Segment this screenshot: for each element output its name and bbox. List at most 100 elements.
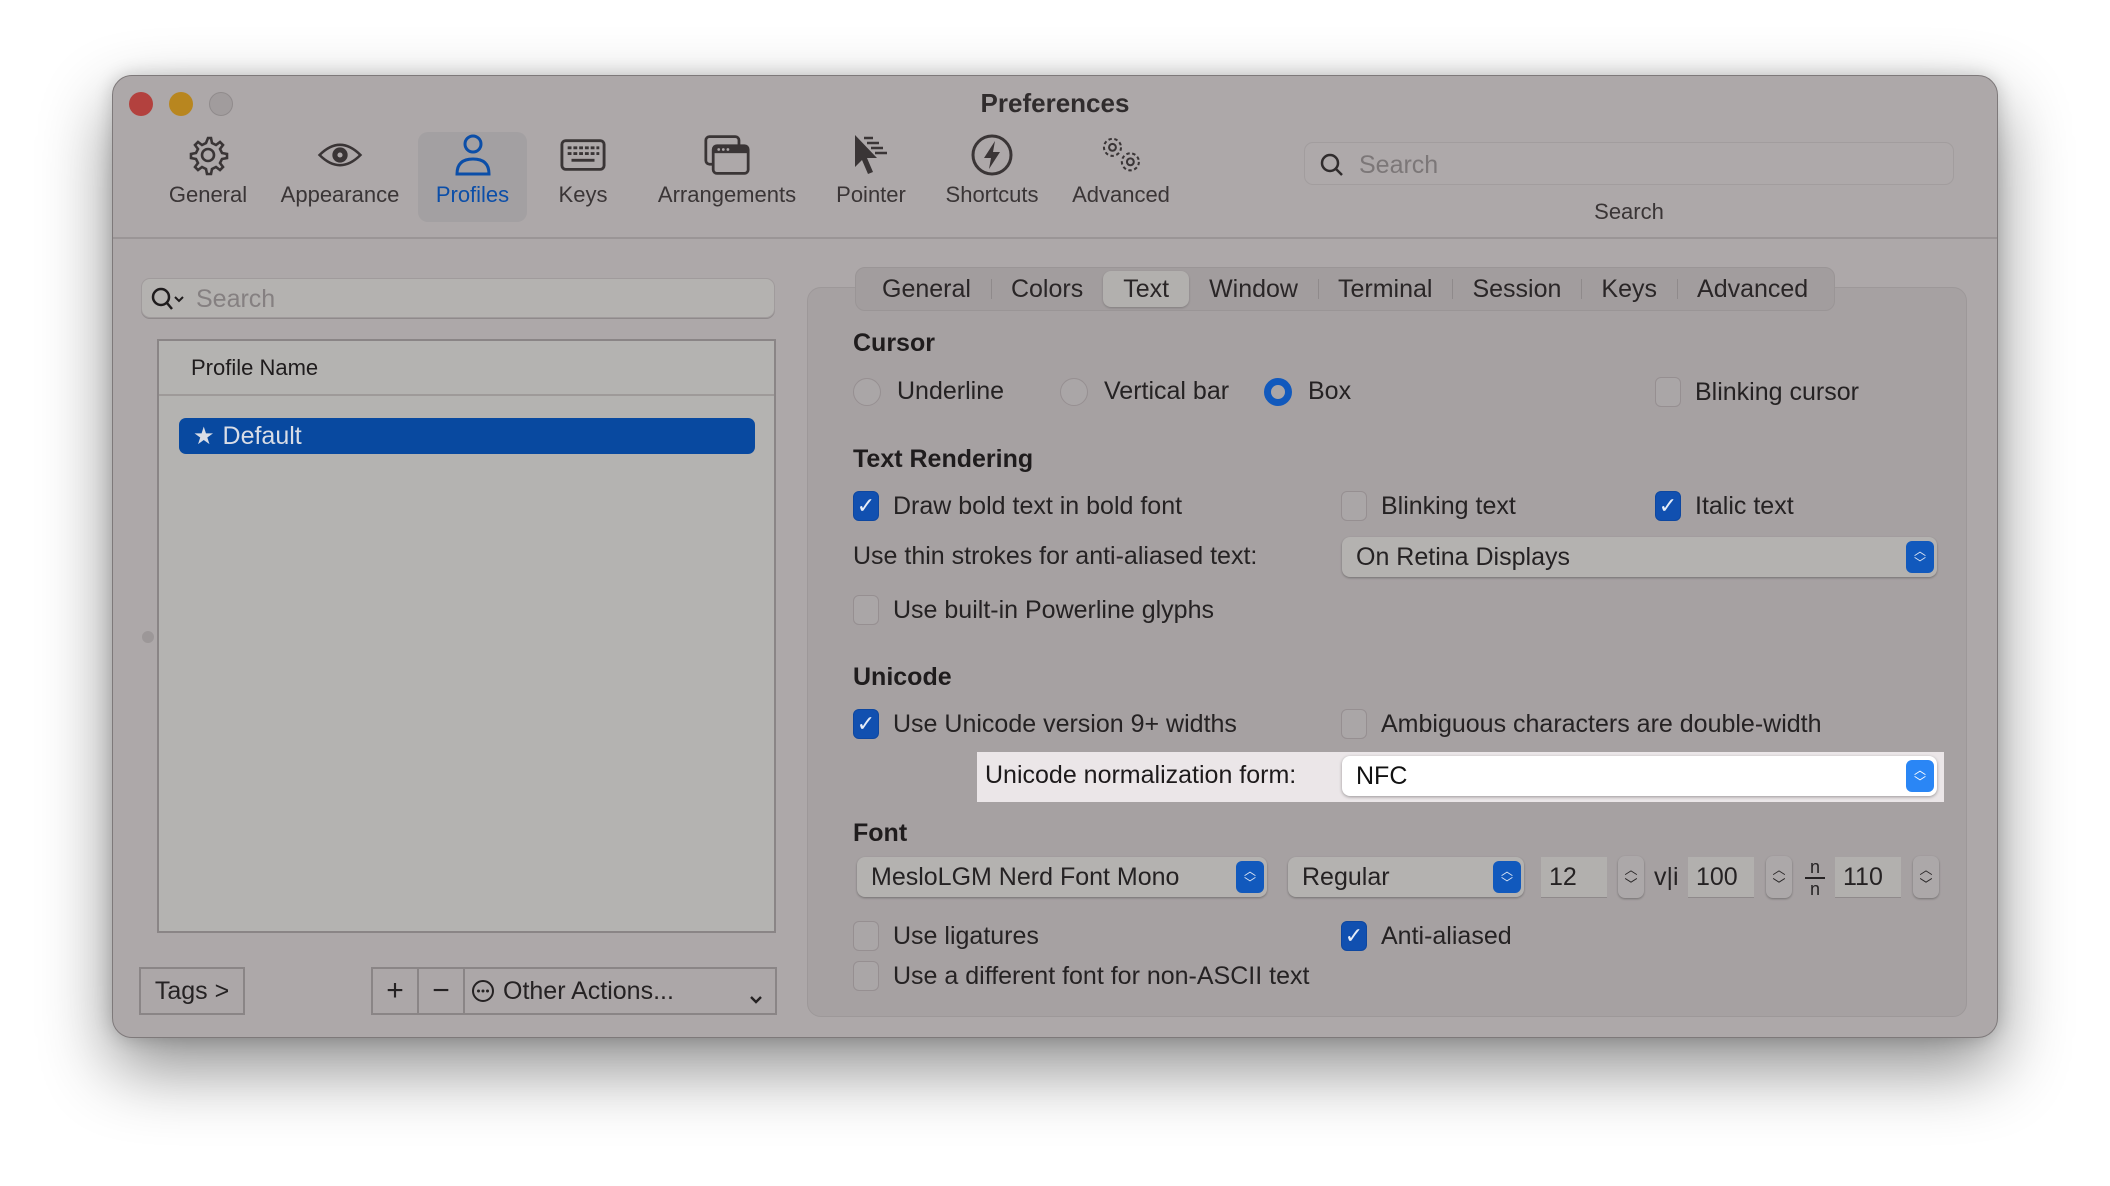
- checkbox[interactable]: [1341, 491, 1367, 521]
- toolbar-pointer[interactable]: Pointer: [827, 132, 915, 222]
- thin-strokes-value: On Retina Displays: [1356, 542, 1570, 571]
- section-text-rendering: Text Rendering: [853, 445, 1034, 473]
- other-actions-label: Other Actions...: [503, 976, 674, 1005]
- font-family-popup[interactable]: MesloLGM Nerd Font Mono ︿ ﹀: [857, 857, 1267, 897]
- tab-general[interactable]: General: [862, 271, 991, 307]
- profile-search-placeholder: Search: [196, 285, 276, 313]
- other-actions-menu[interactable]: Other Actions...: [465, 969, 775, 1013]
- table-header[interactable]: Profile Name: [159, 341, 774, 396]
- tab-advanced[interactable]: Advanced: [1677, 271, 1828, 307]
- lightning-icon: [969, 132, 1015, 178]
- remove-profile-button[interactable]: −: [419, 969, 465, 1013]
- radio-box[interactable]: Box: [1264, 377, 1351, 406]
- tab-text[interactable]: Text: [1103, 271, 1190, 307]
- tab-window[interactable]: Window: [1189, 271, 1318, 307]
- normalization-label: Unicode normalization form:: [985, 761, 1297, 789]
- tab-colors[interactable]: Colors: [990, 271, 1103, 307]
- thin-strokes-popup[interactable]: On Retina Displays ︿ ﹀: [1342, 537, 1937, 577]
- radio-vertical-bar[interactable]: Vertical bar: [1060, 377, 1229, 406]
- section-cursor: Cursor: [853, 329, 935, 357]
- checkbox[interactable]: [853, 921, 879, 951]
- checkbox-anti-aliased[interactable]: ✓ Anti-aliased: [1341, 921, 1512, 951]
- checkbox-label: Use built-in Powerline glyphs: [893, 595, 1214, 624]
- toolbar-shortcuts[interactable]: Shortcuts: [933, 132, 1051, 222]
- checkbox-ligatures[interactable]: Use ligatures: [853, 921, 1039, 951]
- checkbox-ambiguous-double-width[interactable]: Ambiguous characters are double-width: [1341, 709, 1822, 739]
- search-icon: [1319, 152, 1345, 183]
- profile-tabs: General Colors Text Window Terminal Sess…: [855, 267, 1836, 311]
- toolbar-label: Arrangements: [657, 182, 797, 207]
- font-size-stepper[interactable]: ︿ ﹀: [1618, 856, 1644, 898]
- toolbar-search-label: Search: [1594, 199, 1664, 224]
- gears-icon: [1098, 132, 1144, 178]
- toolbar-profiles[interactable]: Profiles: [418, 132, 527, 222]
- checkbox-checked[interactable]: ✓: [853, 491, 879, 521]
- gear-icon: [185, 132, 231, 178]
- table-row[interactable]: ★ Default: [179, 418, 755, 454]
- checkbox-blinking-cursor[interactable]: Blinking cursor: [1655, 377, 1859, 407]
- font-weight-value: Regular: [1302, 862, 1390, 891]
- profile-search-field[interactable]: Search: [141, 278, 775, 318]
- checkbox-label: Blinking text: [1381, 491, 1516, 520]
- toolbar-label: Shortcuts: [945, 182, 1039, 207]
- vertical-spacing-icon: nn: [1803, 855, 1827, 904]
- toolbar-label: Pointer: [836, 182, 906, 207]
- highlighted-normalization-row: Unicode normalization form: NFC ︿ ﹀: [977, 752, 1944, 802]
- toolbar-keys[interactable]: Keys: [538, 132, 628, 222]
- toolbar-search-field[interactable]: Search: [1304, 142, 1954, 185]
- profile-name: Default: [222, 421, 302, 450]
- checkbox[interactable]: [853, 961, 879, 991]
- toolbar-arrangements[interactable]: Arrangements: [647, 132, 807, 222]
- checkbox-non-ascii-font[interactable]: Use a different font for non-ASCII text: [853, 961, 1309, 991]
- radio-button[interactable]: [853, 377, 881, 406]
- checkbox-label: Draw bold text in bold font: [893, 491, 1183, 520]
- toolbar-label: Advanced: [1072, 182, 1170, 207]
- font-size-field[interactable]: 12: [1541, 857, 1607, 897]
- toolbar-general[interactable]: General: [163, 132, 253, 222]
- chevron-down-icon: [749, 983, 763, 1012]
- radio-underline[interactable]: Underline: [853, 377, 1004, 406]
- checkbox[interactable]: [1655, 377, 1681, 407]
- search-menu-icon[interactable]: [150, 285, 190, 318]
- star-icon: ★: [193, 422, 215, 450]
- normalization-value: NFC: [1356, 761, 1408, 790]
- toolbar-label: Appearance: [280, 182, 400, 207]
- keyboard-icon: [560, 132, 606, 178]
- vertical-spacing-stepper[interactable]: ︿ ﹀: [1913, 856, 1939, 898]
- checkbox-italic-text[interactable]: ✓ Italic text: [1655, 491, 1794, 521]
- checkbox-label: Use ligatures: [893, 921, 1039, 950]
- radio-button[interactable]: [1060, 377, 1088, 406]
- section-unicode: Unicode: [853, 663, 952, 691]
- checkbox-label: Use Unicode version 9+ widths: [893, 709, 1237, 738]
- checkbox-powerline-glyphs[interactable]: Use built-in Powerline glyphs: [853, 595, 1214, 625]
- preferences-window: Preferences General Appearance Profiles: [112, 75, 1998, 1038]
- checkbox[interactable]: [1341, 709, 1367, 739]
- checkbox-checked[interactable]: ✓: [1655, 491, 1681, 521]
- toolbar-label: General: [168, 182, 248, 207]
- eye-icon: [317, 132, 363, 178]
- normalization-popup[interactable]: NFC ︿ ﹀: [1342, 756, 1937, 796]
- toolbar-label: Profiles: [435, 182, 510, 207]
- horizontal-spacing-field[interactable]: 100: [1688, 857, 1754, 897]
- checkbox-blinking-text[interactable]: Blinking text: [1341, 491, 1516, 521]
- toolbar-advanced[interactable]: Advanced: [1065, 132, 1177, 222]
- horizontal-spacing-stepper[interactable]: ︿ ﹀: [1766, 856, 1792, 898]
- toolbar-appearance[interactable]: Appearance: [273, 132, 407, 222]
- column-header-profile-name: Profile Name: [191, 355, 319, 380]
- checkbox-checked[interactable]: ✓: [853, 709, 879, 739]
- add-profile-button[interactable]: +: [373, 969, 419, 1013]
- checkbox-label: Blinking cursor: [1695, 377, 1859, 406]
- panel-resize-handle[interactable]: [142, 631, 154, 643]
- checkbox[interactable]: [853, 595, 879, 625]
- checkbox-bold-font[interactable]: ✓ Draw bold text in bold font: [853, 491, 1182, 521]
- tab-keys[interactable]: Keys: [1581, 271, 1677, 307]
- tab-session[interactable]: Session: [1452, 271, 1581, 307]
- font-weight-popup[interactable]: Regular ︿ ﹀: [1288, 857, 1524, 897]
- checkbox-unicode-widths[interactable]: ✓ Use Unicode version 9+ widths: [853, 709, 1237, 739]
- radio-button-selected[interactable]: [1264, 377, 1292, 406]
- vertical-spacing-field[interactable]: 110: [1835, 857, 1901, 897]
- checkbox-checked[interactable]: ✓: [1341, 921, 1367, 951]
- tags-button[interactable]: Tags >: [139, 967, 245, 1015]
- svg-text:n: n: [1810, 879, 1820, 899]
- tab-terminal[interactable]: Terminal: [1317, 271, 1452, 307]
